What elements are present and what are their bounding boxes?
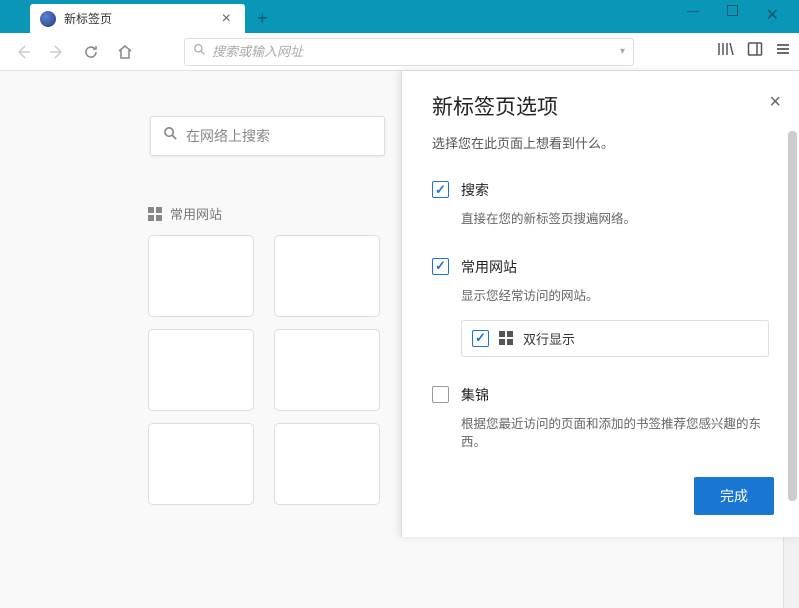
option-desc: 直接在您的新标签页搜遍网络。 bbox=[461, 210, 769, 229]
titlebar: 新标签页 × + ✕ bbox=[0, 0, 799, 33]
maximize-icon[interactable] bbox=[727, 5, 738, 16]
forward-button[interactable] bbox=[42, 37, 72, 67]
option-highlights: 集锦 根据您最近访问的页面和添加的书签推荐您感兴趣的东西。 bbox=[432, 385, 769, 453]
tiles-icon bbox=[148, 207, 162, 221]
two-row-label: 双行显示 bbox=[523, 329, 575, 348]
browser-tab[interactable]: 新标签页 × bbox=[30, 4, 245, 33]
topsite-tile[interactable] bbox=[148, 235, 254, 317]
library-icon[interactable] bbox=[717, 41, 735, 62]
window-controls: ✕ bbox=[687, 5, 799, 25]
topsites-header: 常用网站 bbox=[148, 204, 380, 223]
content-area: 在网络上搜索 常用网站 × 新标签页选项 选择您在此页面上想看到什么。 搜索 直 bbox=[0, 71, 799, 537]
option-title: 常用网站 bbox=[461, 257, 769, 277]
panel-close-button[interactable]: × bbox=[769, 91, 781, 114]
option-title: 搜索 bbox=[461, 180, 769, 200]
reload-icon bbox=[83, 44, 99, 60]
option-topsites: 常用网站 显示您经常访问的网站。 双行显示 bbox=[432, 257, 769, 357]
menu-icon[interactable] bbox=[775, 41, 791, 62]
option-desc: 根据您最近访问的页面和添加的书签推荐您感兴趣的东西。 bbox=[461, 415, 769, 453]
highlights-checkbox[interactable] bbox=[432, 386, 449, 403]
panel-scrollbar[interactable] bbox=[788, 131, 797, 501]
toolbar: ▾ bbox=[0, 33, 799, 71]
topsites-label: 常用网站 bbox=[170, 204, 222, 223]
two-row-checkbox[interactable] bbox=[472, 330, 489, 347]
home-icon bbox=[117, 44, 133, 60]
reload-button[interactable] bbox=[76, 37, 106, 67]
option-title: 集锦 bbox=[461, 385, 769, 405]
arrow-right-icon bbox=[49, 44, 65, 60]
back-button[interactable] bbox=[8, 37, 38, 67]
url-input[interactable] bbox=[212, 44, 620, 59]
chevron-down-icon[interactable]: ▾ bbox=[620, 46, 625, 57]
two-row-option: 双行显示 bbox=[461, 320, 769, 357]
topsite-tile[interactable] bbox=[148, 423, 254, 505]
tab-favicon bbox=[40, 11, 56, 27]
done-button[interactable]: 完成 bbox=[694, 477, 774, 515]
close-icon[interactable]: ✕ bbox=[766, 5, 779, 25]
search-checkbox[interactable] bbox=[432, 181, 449, 198]
url-bar[interactable]: ▾ bbox=[184, 38, 634, 66]
search-icon bbox=[193, 43, 206, 61]
option-desc: 显示您经常访问的网站。 bbox=[461, 287, 769, 306]
panel-subtitle: 选择您在此页面上想看到什么。 bbox=[432, 133, 769, 152]
tiles-icon bbox=[499, 331, 513, 345]
topsite-tile[interactable] bbox=[274, 423, 380, 505]
tab-title: 新标签页 bbox=[64, 10, 218, 27]
new-tab-button[interactable]: + bbox=[257, 8, 268, 29]
newtab-search-box[interactable]: 在网络上搜索 bbox=[150, 116, 385, 156]
topsites-checkbox[interactable] bbox=[432, 258, 449, 275]
topsite-tile[interactable] bbox=[274, 235, 380, 317]
arrow-left-icon bbox=[15, 44, 31, 60]
home-button[interactable] bbox=[110, 37, 140, 67]
search-icon bbox=[163, 126, 178, 146]
options-panel: × 新标签页选项 选择您在此页面上想看到什么。 搜索 直接在您的新标签页搜遍网络… bbox=[401, 71, 799, 537]
sidebar-icon[interactable] bbox=[747, 41, 763, 62]
topsite-tile[interactable] bbox=[274, 329, 380, 411]
panel-title: 新标签页选项 bbox=[432, 91, 769, 121]
newtab-page: 在网络上搜索 常用网站 bbox=[0, 71, 380, 505]
tab-close-icon[interactable]: × bbox=[218, 10, 235, 28]
option-search: 搜索 直接在您的新标签页搜遍网络。 bbox=[432, 180, 769, 229]
minimize-icon[interactable] bbox=[687, 5, 699, 12]
search-placeholder: 在网络上搜索 bbox=[186, 126, 270, 146]
topsite-tile[interactable] bbox=[148, 329, 254, 411]
